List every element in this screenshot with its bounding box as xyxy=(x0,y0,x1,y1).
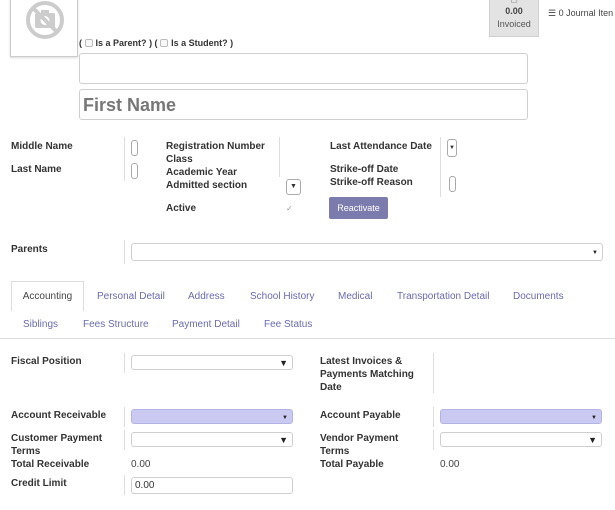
caret-down-icon: ▼ xyxy=(592,250,598,256)
tab-label: Accounting xyxy=(22,291,73,302)
account-receivable-select[interactable]: ▼ xyxy=(131,409,293,424)
total-receivable-label: Total Receivable xyxy=(11,459,90,470)
total-payable-value: 0.00 xyxy=(440,459,460,470)
active-label: Active xyxy=(166,203,197,214)
vendor-payment-terms-label-2: Terms xyxy=(320,446,350,457)
tab-personal-detail[interactable]: Personal Detail xyxy=(97,290,165,303)
journal-items-label: 0 Journal Iten xyxy=(558,8,614,18)
vendor-payment-terms-label-1: Vendor Payment xyxy=(320,433,399,444)
tab-school-history[interactable]: School History xyxy=(250,290,314,303)
middle-name-field[interactable] xyxy=(131,140,138,156)
last-attendance-label: Last Attendance Date xyxy=(330,141,432,152)
customer-payment-terms-select[interactable]: ▼ xyxy=(131,432,293,447)
is-parent-label: Is a Parent? xyxy=(95,38,147,48)
admitted-section-label: Admitted section xyxy=(166,180,248,191)
last-attendance-select[interactable]: ▼ xyxy=(447,139,457,157)
parents-select[interactable]: ▼ xyxy=(131,243,603,261)
divider xyxy=(279,137,280,177)
avatar[interactable] xyxy=(10,0,78,57)
tab-address[interactable]: Address xyxy=(188,290,225,303)
account-payable-select[interactable]: ▼ xyxy=(440,409,602,424)
account-payable-label: Account Payable xyxy=(320,410,401,421)
reactivate-button-label: Reactivate xyxy=(337,203,380,213)
last-name-label: Last Name xyxy=(11,164,62,175)
credit-limit-label: Credit Limit xyxy=(11,478,67,489)
first-name-field[interactable]: First Name xyxy=(79,89,528,120)
divider xyxy=(124,475,125,495)
registration-number-label: Registration Number xyxy=(166,141,265,152)
divider xyxy=(440,137,441,197)
caret-down-icon: ▼ xyxy=(591,415,597,421)
invoiced-label: Invoiced xyxy=(497,19,531,29)
is-student-checkbox[interactable] xyxy=(160,39,169,47)
role-flags: ( Is a Parent? ) ( Is a Student? ) xyxy=(79,38,234,48)
divider xyxy=(124,430,125,450)
last-name-field[interactable] xyxy=(131,163,138,179)
name-field[interactable] xyxy=(79,53,528,84)
reactivate-button[interactable]: Reactivate xyxy=(329,197,388,219)
divider xyxy=(433,407,434,427)
invoiced-amount: 0.00 xyxy=(505,6,523,16)
divider xyxy=(433,353,434,393)
credit-limit-value: 0.00 xyxy=(135,480,155,491)
total-payable-label: Total Payable xyxy=(320,459,384,470)
list-icon: ☰ xyxy=(548,8,557,18)
tab-fees-structure[interactable]: Fees Structure xyxy=(83,318,149,331)
latest-invoices-label-3: Date xyxy=(320,382,342,393)
tab-medical[interactable]: Medical xyxy=(338,290,372,303)
is-parent-checkbox[interactable] xyxy=(84,39,93,47)
divider xyxy=(124,240,125,264)
tab-payment-detail[interactable]: Payment Detail xyxy=(172,318,240,331)
caret-down-icon: ▼ xyxy=(449,145,455,151)
parents-label: Parents xyxy=(11,244,48,255)
divider xyxy=(433,430,434,450)
strike-off-reason-label: Strike-off Reason xyxy=(330,177,413,188)
class-label: Class xyxy=(166,154,193,165)
divider xyxy=(124,137,125,181)
fiscal-position-label: Fiscal Position xyxy=(11,356,82,367)
tab-documents[interactable]: Documents xyxy=(513,290,564,303)
journal-items-button[interactable]: ☰ 0 Journal Iten xyxy=(541,0,615,26)
first-name-placeholder: First Name xyxy=(83,95,177,115)
strike-off-reason-field[interactable] xyxy=(449,176,456,192)
camera-icon xyxy=(26,1,64,39)
strike-off-date-label: Strike-off Date xyxy=(330,164,399,175)
divider xyxy=(124,353,125,373)
active-checkbox[interactable]: ✓ xyxy=(286,205,294,213)
caret-down-icon: ▼ xyxy=(279,358,288,368)
latest-invoices-label-2: Payments Matching xyxy=(320,369,414,380)
caret-down-icon: ▼ xyxy=(588,435,597,445)
middle-name-label: Middle Name xyxy=(11,141,73,152)
caret-down-icon: ▼ xyxy=(279,435,288,445)
account-receivable-label: Account Receivable xyxy=(11,410,107,421)
fiscal-position-select[interactable]: ▼ xyxy=(131,355,293,370)
caret-down-icon: ▼ xyxy=(290,183,297,190)
tab-transportation-detail[interactable]: Transportation Detail xyxy=(397,290,489,303)
is-student-label: Is a Student? xyxy=(171,38,228,48)
tab-accounting[interactable]: Accounting xyxy=(11,281,84,311)
customer-payment-terms-label-2: Terms xyxy=(11,446,41,457)
caret-down-icon: ▼ xyxy=(282,415,288,421)
academic-year-label: Academic Year xyxy=(166,167,237,178)
total-receivable-value: 0.00 xyxy=(131,459,151,470)
tabs-bottom-border xyxy=(0,338,615,339)
credit-limit-field[interactable]: 0.00 xyxy=(131,477,293,494)
divider xyxy=(124,407,125,427)
tab-fee-status[interactable]: Fee Status xyxy=(264,318,312,331)
admitted-section-select[interactable]: ▼ xyxy=(286,179,301,195)
latest-invoices-label-1: Latest Invoices & xyxy=(320,356,403,367)
invoiced-button[interactable]: ▭ 0.00 Invoiced xyxy=(489,0,539,37)
tab-siblings[interactable]: Siblings xyxy=(23,318,58,331)
vendor-payment-terms-select[interactable]: ▼ xyxy=(440,432,602,447)
customer-payment-terms-label-1: Customer Payment xyxy=(11,433,103,444)
